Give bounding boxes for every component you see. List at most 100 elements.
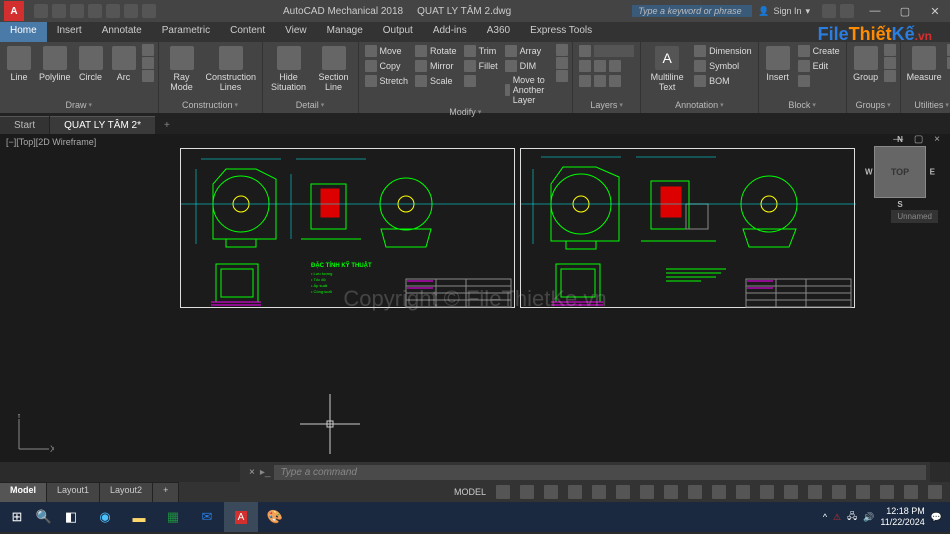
raymode-button[interactable]: Ray Mode bbox=[163, 44, 201, 94]
mirror-button[interactable]: Mirror bbox=[413, 59, 459, 73]
panel-label-layers[interactable]: Layers bbox=[577, 99, 636, 111]
qat-save-icon[interactable] bbox=[70, 4, 84, 18]
grid-icon[interactable] bbox=[496, 485, 510, 499]
qat-undo-icon[interactable] bbox=[124, 4, 138, 18]
sb-model[interactable]: MODEL bbox=[450, 487, 490, 497]
help-icon[interactable] bbox=[840, 4, 854, 18]
explorer-icon[interactable]: ▬ bbox=[122, 502, 156, 532]
edit-button[interactable]: Edit bbox=[796, 59, 842, 73]
tab-content[interactable]: Content bbox=[220, 22, 275, 42]
layerfrz-icon[interactable] bbox=[579, 75, 591, 87]
tab-model[interactable]: Model bbox=[0, 483, 47, 502]
hatch-icon[interactable] bbox=[142, 70, 154, 82]
arc-button[interactable]: Arc bbox=[109, 44, 139, 84]
paint-icon[interactable]: 🎨 bbox=[258, 502, 292, 532]
mod-icon2[interactable] bbox=[556, 57, 568, 69]
array-button[interactable]: Array bbox=[503, 44, 554, 58]
app-menu-button[interactable]: A bbox=[4, 1, 24, 21]
sign-in-button[interactable]: 👤 Sign In ▾ bbox=[752, 6, 816, 17]
mtext-button[interactable]: AMultiline Text bbox=[645, 44, 689, 94]
scale-button[interactable]: Scale bbox=[413, 74, 459, 88]
maximize-button[interactable]: ▢ bbox=[890, 0, 920, 22]
close-button[interactable]: ✕ bbox=[920, 0, 950, 22]
hide-button[interactable]: Hide Situation bbox=[267, 44, 311, 94]
section-button[interactable]: Section Line bbox=[314, 44, 354, 94]
copy-button[interactable]: Copy bbox=[363, 59, 411, 73]
minimize-button[interactable]: — bbox=[860, 0, 890, 22]
osnap-icon[interactable] bbox=[592, 485, 606, 499]
ucs-icon[interactable]: X Y bbox=[14, 414, 54, 454]
panel-label-detail[interactable]: Detail bbox=[267, 99, 354, 111]
qat-plot-icon[interactable] bbox=[106, 4, 120, 18]
taskview-icon[interactable]: ◧ bbox=[54, 502, 88, 532]
layeriso-icon[interactable] bbox=[594, 60, 606, 72]
panel-label-utilities[interactable]: Utilities bbox=[905, 99, 950, 111]
trim-button[interactable]: Trim bbox=[462, 44, 500, 58]
polar-icon[interactable] bbox=[568, 485, 582, 499]
tab-output[interactable]: Output bbox=[373, 22, 423, 42]
qat-redo-icon[interactable] bbox=[142, 4, 156, 18]
viewcube-n[interactable]: N bbox=[897, 135, 903, 144]
layerprop-icon[interactable] bbox=[579, 60, 591, 72]
tab-home[interactable]: Home bbox=[0, 22, 47, 42]
layerlck-icon[interactable] bbox=[594, 75, 606, 87]
qat-saveas-icon[interactable] bbox=[88, 4, 102, 18]
polyline-button[interactable]: Polyline bbox=[37, 44, 73, 84]
viewcube-e[interactable]: E bbox=[930, 168, 935, 177]
isolate-icon[interactable] bbox=[856, 485, 870, 499]
viewport-label[interactable]: [−][Top][2D Wireframe] bbox=[6, 137, 96, 147]
lock-ui-icon[interactable] bbox=[832, 485, 846, 499]
tab-insert[interactable]: Insert bbox=[47, 22, 92, 42]
qat-new-icon[interactable] bbox=[34, 4, 48, 18]
groupbx-icon[interactable] bbox=[884, 70, 896, 82]
ungroup-icon[interactable] bbox=[884, 44, 896, 56]
autocad-taskbar-icon[interactable]: A bbox=[224, 502, 258, 532]
hwaccel-icon[interactable] bbox=[880, 485, 894, 499]
tab-parametric[interactable]: Parametric bbox=[152, 22, 220, 42]
otrack-icon[interactable] bbox=[616, 485, 630, 499]
insert-button[interactable]: Insert bbox=[763, 44, 793, 84]
tab-addins[interactable]: Add-ins bbox=[423, 22, 477, 42]
panel-label-draw[interactable]: Draw bbox=[4, 99, 154, 111]
taskbar-search-icon[interactable]: 🔍 bbox=[34, 502, 54, 532]
taskbar-clock[interactable]: 12:18 PM 11/22/2024 bbox=[880, 506, 924, 528]
tray-chevron-icon[interactable]: ^ bbox=[823, 512, 827, 522]
create-button[interactable]: Create bbox=[796, 44, 842, 58]
annomon-icon[interactable] bbox=[760, 485, 774, 499]
notification-icon[interactable]: 💬 bbox=[931, 512, 942, 523]
transparency-icon[interactable] bbox=[664, 485, 678, 499]
mod-icon3[interactable] bbox=[556, 70, 568, 82]
symbol-button[interactable]: Symbol bbox=[692, 59, 754, 73]
tray-security-icon[interactable]: ⚠ bbox=[833, 512, 841, 523]
circle-button[interactable]: Circle bbox=[76, 44, 106, 84]
snap-icon[interactable] bbox=[520, 485, 534, 499]
custom-icon[interactable] bbox=[928, 485, 942, 499]
stretch-button[interactable]: Stretch bbox=[363, 74, 411, 88]
tab-manage[interactable]: Manage bbox=[317, 22, 373, 42]
ellipse-icon[interactable] bbox=[142, 57, 154, 69]
cycling-icon[interactable] bbox=[688, 485, 702, 499]
dim-button[interactable]: DIM bbox=[503, 59, 554, 73]
blk-icon[interactable] bbox=[798, 75, 810, 87]
cleanscreen-icon[interactable] bbox=[904, 485, 918, 499]
mod-icon1[interactable] bbox=[556, 44, 568, 56]
panel-label-annotation[interactable]: Annotation bbox=[645, 99, 754, 111]
viewcube-w[interactable]: W bbox=[865, 168, 873, 177]
panel-label-construction[interactable]: Construction bbox=[163, 99, 258, 111]
qat-open-icon[interactable] bbox=[52, 4, 66, 18]
layermatch-icon[interactable] bbox=[609, 75, 621, 87]
view-name[interactable]: Unnamed bbox=[891, 210, 938, 223]
bom-button[interactable]: BOM bbox=[692, 74, 754, 88]
units-icon[interactable] bbox=[784, 485, 798, 499]
excel-icon[interactable]: ▦ bbox=[156, 502, 190, 532]
tab-view[interactable]: View bbox=[275, 22, 317, 42]
tab-layout2[interactable]: Layout2 bbox=[100, 483, 153, 502]
rect-icon[interactable] bbox=[142, 44, 154, 56]
lwt-icon[interactable] bbox=[640, 485, 654, 499]
move-button[interactable]: Move bbox=[363, 44, 411, 58]
tray-network-icon[interactable]: 🖧 bbox=[847, 509, 857, 525]
doctab-start[interactable]: Start bbox=[0, 116, 49, 134]
dimension-button[interactable]: Dimension bbox=[692, 44, 754, 58]
tab-express[interactable]: Express Tools bbox=[520, 22, 602, 42]
measure-button[interactable]: Measure bbox=[905, 44, 944, 84]
